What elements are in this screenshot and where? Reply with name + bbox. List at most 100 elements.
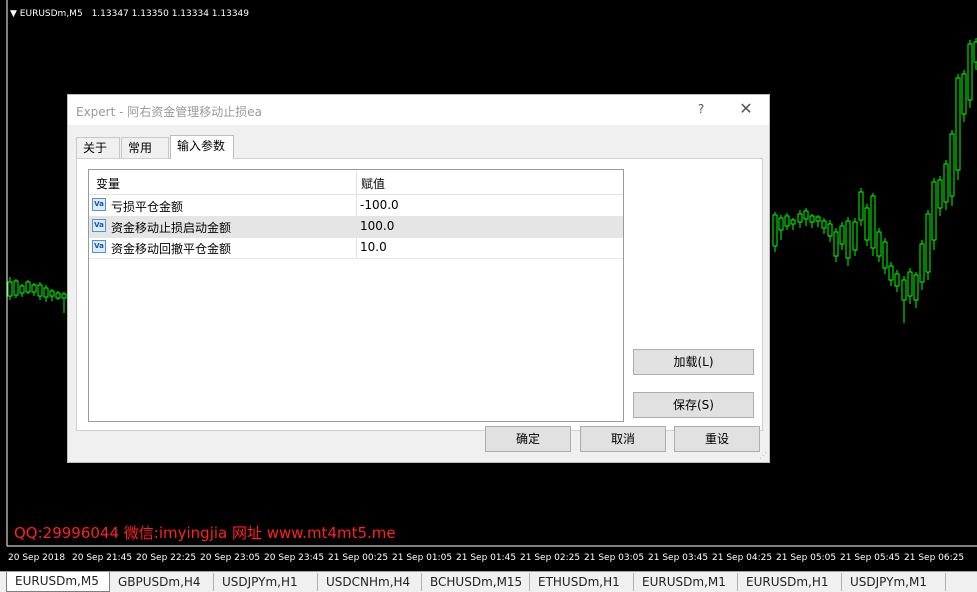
candle-body: [961, 73, 967, 115]
candle-body: [882, 241, 888, 269]
candle-body: [25, 281, 31, 293]
ok-button[interactable]: 确定: [485, 426, 571, 452]
chart-header: ▼ EURUSDm,M5 1.13347 1.13350 1.13334 1.1…: [10, 9, 249, 19]
candle-body: [949, 133, 955, 197]
watermark-text: QQ:29996044 微信:imyingjia 网址 www.mt4mt5.m…: [14, 524, 396, 542]
time-label: 21 Sep 00:25: [328, 553, 389, 563]
table-row[interactable]: Va 资金移动回撤平仓金额 10.0: [89, 237, 623, 259]
candle-body: [937, 179, 943, 209]
candle-body: [61, 293, 67, 299]
chart-symbol: EURUSDm,M5: [19, 9, 83, 19]
tab-about[interactable]: 关于: [76, 137, 120, 158]
candle-body: [870, 195, 876, 249]
candle-body: [864, 207, 870, 241]
time-label: 21 Sep 01:05: [392, 553, 453, 563]
variable-icon: Va: [92, 240, 106, 253]
candle-body: [19, 285, 25, 294]
cancel-button[interactable]: 取消: [580, 426, 666, 452]
chart-tab[interactable]: EURUSDm,M5: [6, 572, 110, 592]
column-value[interactable]: 赋值: [361, 175, 385, 192]
candle-body: [827, 223, 833, 237]
candle-body: [43, 287, 49, 298]
candle-body: [876, 231, 882, 257]
save-button[interactable]: 保存(S): [633, 392, 754, 418]
parameter-name: 资金移动止损启动金额: [111, 221, 232, 235]
chart-tabs-bar: EURUSDm,M5 GBPUSDm,H4 USDJPYm,H1 USDCNHm,H4…: [0, 571, 977, 592]
chart-tab[interactable]: USDJPYm,M1: [842, 573, 946, 591]
column-variable[interactable]: 变量: [96, 175, 120, 192]
table-row[interactable]: Va 资金移动止损启动金额 100.0: [89, 216, 623, 238]
expert-dialog: Expert - 阿右资金管理移动止损ea ? ✕ 关于 常用 输入参数 变量 …: [67, 94, 770, 463]
candle-body: [931, 181, 937, 241]
time-label: 20 Sep 23:05: [200, 553, 261, 563]
table-row[interactable]: Va 亏损平仓金额 -100.0: [89, 195, 623, 217]
time-label: 21 Sep 03:05: [584, 553, 645, 563]
chart-tab[interactable]: BCHUSDm,M15: [422, 573, 530, 591]
time-label: 21 Sep 05:05: [776, 553, 837, 563]
tab-inputs[interactable]: 输入参数: [170, 135, 234, 159]
candle-body: [858, 191, 864, 221]
candle-body: [809, 215, 815, 223]
candle-body: [815, 216, 821, 222]
candle-body: [852, 221, 858, 251]
chart-tab[interactable]: ETHUSDm,H1: [530, 573, 634, 591]
candle-body: [31, 284, 37, 293]
candle-body: [901, 279, 907, 301]
time-label: 20 Sep 21:45: [72, 553, 133, 563]
reset-button[interactable]: 重设: [674, 426, 760, 452]
time-label: 20 Sep 22:25: [136, 553, 197, 563]
candle-body: [888, 265, 894, 281]
candle-body: [49, 290, 55, 297]
chart-tab[interactable]: USDCNHm,H4: [318, 573, 422, 591]
candle-body: [894, 273, 900, 287]
candle-body: [13, 280, 19, 296]
parameter-name: 亏损平仓金额: [111, 200, 184, 214]
candle-body: [778, 217, 784, 231]
candle-body: [55, 292, 61, 299]
time-label: 21 Sep 01:45: [456, 553, 517, 563]
candle-body: [833, 231, 839, 257]
close-icon[interactable]: ✕: [736, 99, 756, 119]
candle-body: [784, 215, 790, 227]
chart-tab[interactable]: GBPUSDm,H4: [110, 573, 214, 591]
parameter-name: 资金移动回撤平仓金额: [111, 242, 232, 256]
parameter-value[interactable]: 10.0: [360, 240, 387, 254]
candle-body: [845, 220, 851, 259]
candle-body: [913, 274, 919, 301]
candle-body: [955, 77, 961, 171]
candle-body: [37, 284, 43, 297]
load-button[interactable]: 加载(L): [633, 349, 754, 375]
chart-tab[interactable]: EURUSDm,H1: [738, 573, 842, 591]
candle-body: [772, 214, 778, 247]
chart-tab[interactable]: USDJPYm,H1: [214, 573, 318, 591]
time-label: 21 Sep 02:25: [520, 553, 581, 563]
chart-tab[interactable]: EURUSDm,M1: [634, 573, 738, 591]
time-label: 20 Sep 2018: [8, 553, 66, 563]
collapse-triangle-icon[interactable]: ▼: [10, 9, 17, 19]
parameters-grid: 变量 赋值 Va 亏损平仓金额 -100.0 Va 资金移动止损启动金额 100…: [88, 169, 624, 422]
candle-body: [907, 271, 913, 297]
candle-body: [7, 281, 13, 297]
time-label: 21 Sep 03:45: [648, 553, 709, 563]
parameter-value[interactable]: 100.0: [360, 219, 394, 233]
dialog-titlebar[interactable]: Expert - 阿右资金管理移动止损ea ? ✕: [68, 95, 769, 125]
candle-body: [943, 163, 949, 203]
resize-grip-icon[interactable]: ⋰: [759, 452, 767, 460]
inputs-panel: 变量 赋值 Va 亏损平仓金额 -100.0 Va 资金移动止损启动金额 100…: [76, 158, 763, 431]
variable-icon: Va: [92, 198, 106, 211]
parameter-value[interactable]: -100.0: [360, 198, 399, 212]
candle-body: [919, 243, 925, 283]
tab-common[interactable]: 常用: [121, 137, 169, 158]
time-label: 21 Sep 06:25: [904, 553, 965, 563]
time-label: 20 Sep 23:45: [264, 553, 325, 563]
dialog-title: Expert - 阿右资金管理移动止损ea: [76, 105, 263, 119]
candle-body: [797, 213, 803, 223]
time-axis: 20 Sep 2018 20 Sep 21:45 20 Sep 22:25 20 Se…: [0, 546, 977, 570]
time-label: 21 Sep 04:25: [712, 553, 773, 563]
variable-icon: Va: [92, 219, 106, 232]
candle-body: [967, 43, 973, 101]
help-button[interactable]: ?: [693, 101, 709, 117]
candle-body: [803, 210, 809, 220]
candle-body: [790, 219, 796, 225]
time-label: 21 Sep 05:45: [840, 553, 901, 563]
